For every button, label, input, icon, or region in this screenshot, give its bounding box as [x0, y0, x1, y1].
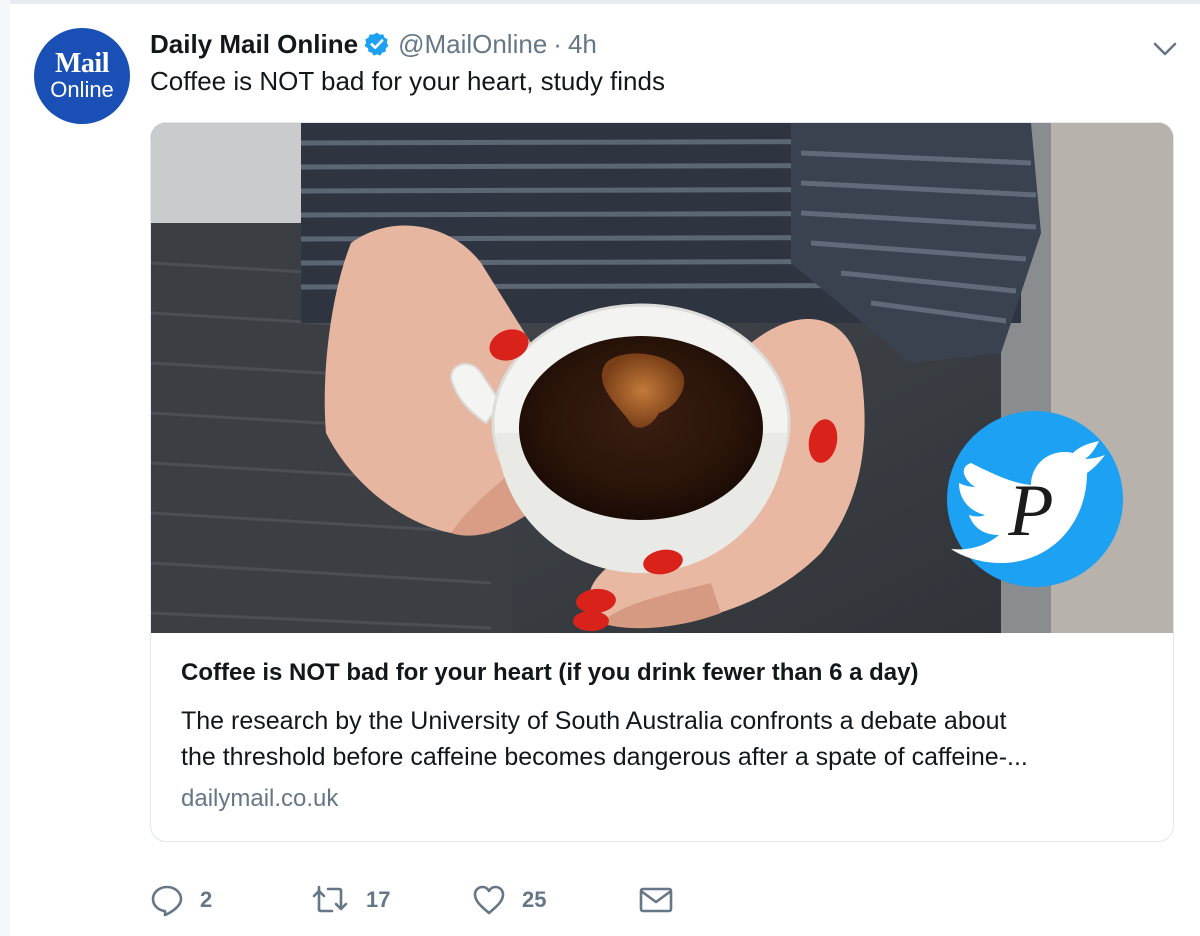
retweet-icon: [310, 883, 350, 917]
verified-badge-icon: [364, 31, 390, 57]
card-domain: dailymail.co.uk: [181, 785, 339, 812]
tweet-header: Daily Mail Online @MailOnline · 4h: [150, 26, 597, 62]
card-title[interactable]: Coffee is NOT bad for your heart (if you…: [181, 659, 1151, 687]
envelope-icon: [638, 883, 674, 917]
card-description: The research by the University of South …: [181, 703, 1161, 775]
avatar-line1: Mail: [55, 48, 110, 79]
author-name[interactable]: Daily Mail Online: [150, 29, 358, 60]
like-count: 25: [522, 887, 547, 912]
avatar[interactable]: Mail Online: [34, 28, 130, 124]
retweet-count: 17: [366, 887, 391, 912]
card-description-line: The research by the University of South …: [181, 707, 1007, 735]
reply-button[interactable]: 2: [150, 883, 310, 917]
card-image[interactable]: P: [151, 123, 1173, 633]
twitter-bird-icon: P: [947, 411, 1123, 587]
tweet-actions: 2 17 25: [150, 880, 674, 920]
separator-dot: ·: [553, 28, 562, 59]
tweet[interactable]: Mail Online Daily Mail Online @MailOnlin…: [10, 4, 1200, 936]
left-divider: [0, 0, 10, 936]
card-description-line: the threshold before caffeine becomes da…: [181, 743, 1028, 771]
tweet-text: Coffee is NOT bad for your heart, study …: [150, 66, 665, 96]
avatar-line2: Online: [50, 77, 114, 102]
overlay-letter: P: [1007, 470, 1053, 552]
chevron-down-icon[interactable]: [1150, 34, 1180, 64]
link-card[interactable]: P Coffee is NOT bad for your heart (if y…: [150, 122, 1174, 842]
coffee-cup-photo: P: [151, 123, 1173, 633]
reply-count: 2: [200, 887, 213, 912]
retweet-button[interactable]: 17: [310, 883, 472, 917]
tweet-time[interactable]: 4h: [568, 29, 597, 60]
like-button[interactable]: 25: [472, 883, 638, 917]
heart-icon: [472, 883, 506, 917]
reply-icon: [150, 883, 184, 917]
author-handle[interactable]: @MailOnline: [398, 29, 547, 60]
message-button[interactable]: [638, 883, 674, 917]
